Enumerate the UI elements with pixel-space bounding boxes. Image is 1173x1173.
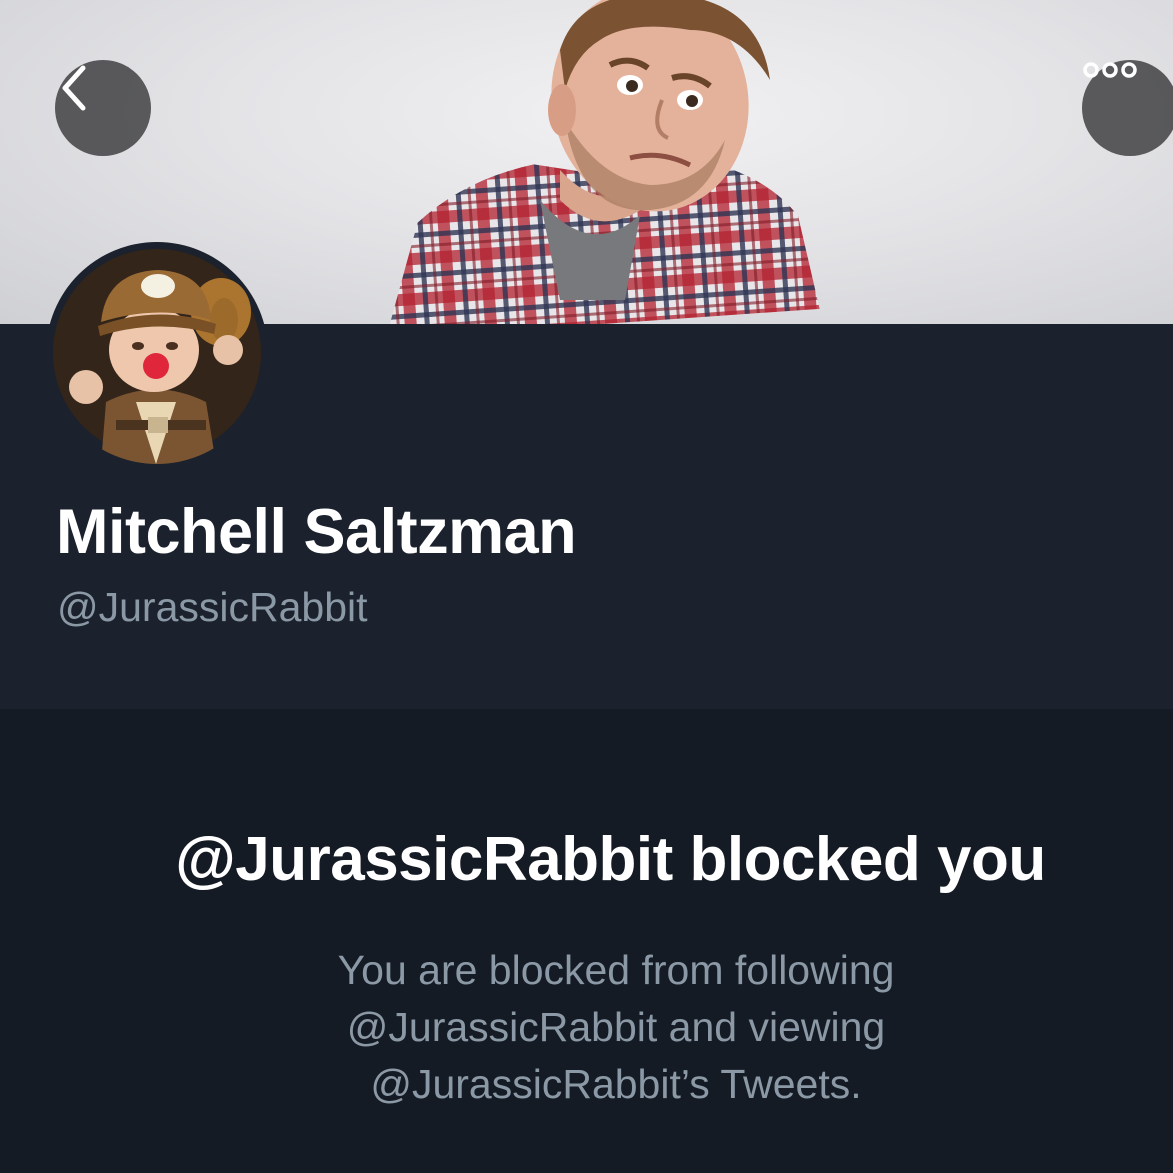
avatar[interactable] [46,242,268,464]
user-handle: @JurassicRabbit [57,584,368,630]
chevron-left-icon [62,65,86,111]
blocked-message: You are blocked from following @Jurassic… [337,947,895,1107]
more-options-button[interactable] [1082,60,1173,156]
avatar-image [53,249,261,464]
more-horizontal-icon [1083,62,1137,78]
display-name: Mitchell Saltzman [56,497,577,567]
back-button[interactable] [55,60,151,156]
profile-screen: Mitchell Saltzman @JurassicRabbit @Juras… [0,0,1173,1173]
blocked-title: @JurassicRabbit blocked you [175,825,1046,894]
